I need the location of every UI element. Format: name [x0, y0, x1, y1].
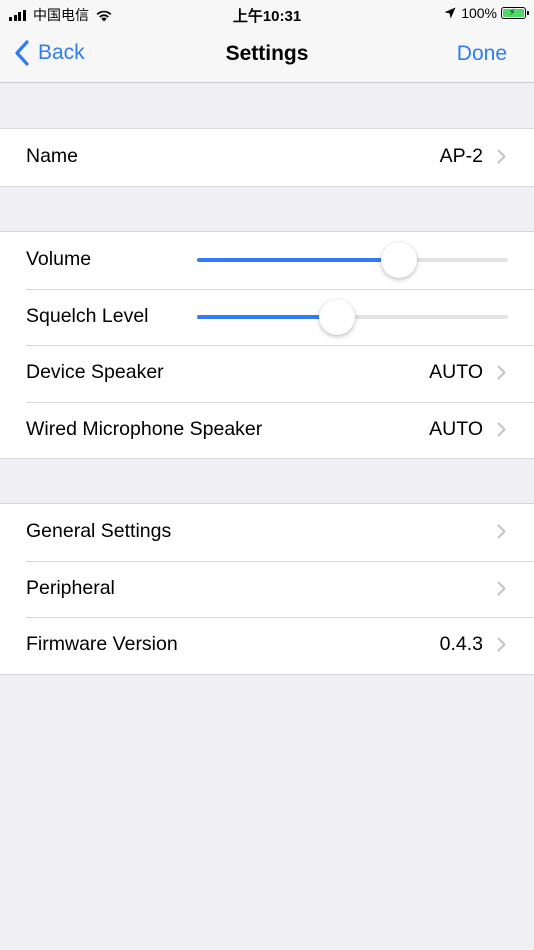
audio-group: Volume Squelch Level Device Speaker AUTO… [0, 231, 534, 459]
squelch-label: Squelch Level [26, 304, 149, 327]
squelch-row: Squelch Level [0, 288, 534, 346]
chevron-right-icon [497, 149, 506, 164]
chevron-right-icon [497, 365, 506, 380]
peripheral-row[interactable]: Peripheral [0, 560, 534, 618]
squelch-slider[interactable] [197, 298, 508, 335]
battery-percent: 100% [461, 5, 497, 21]
chevron-right-icon [497, 581, 506, 595]
general-settings-label: General Settings [26, 520, 172, 542]
peripheral-label: Peripheral [26, 576, 115, 599]
wired-mic-speaker-label: Wired Microphone Speaker [26, 417, 263, 440]
name-group: Name AP-2 [0, 128, 534, 187]
firmware-version-value: 0.4.3 [439, 633, 483, 655]
device-speaker-label: Device Speaker [26, 361, 164, 383]
volume-row: Volume [0, 232, 534, 289]
battery-charging-icon: ⚡ [501, 7, 529, 19]
name-label: Name [26, 145, 79, 167]
location-arrow-icon [444, 7, 456, 19]
volume-label: Volume [26, 248, 92, 270]
chevron-right-icon [497, 524, 506, 539]
squelch-slider-thumb[interactable] [318, 298, 355, 335]
name-value: AP-2 [439, 145, 483, 167]
volume-slider[interactable] [197, 242, 508, 278]
page-title: Settings [225, 42, 309, 65]
navigation-bar: Back Settings Done [0, 28, 534, 83]
more-settings-group: General Settings Peripheral Firmware Ver… [0, 503, 534, 675]
chevron-right-icon [497, 422, 506, 436]
device-speaker-value: AUTO [429, 361, 483, 383]
settings-screen: 中国电信 上午10:31 100% ⚡ Back Settings Done N… [0, 0, 534, 950]
wired-mic-speaker-row[interactable]: Wired Microphone Speaker AUTO [0, 401, 534, 459]
volume-slider-fill [197, 258, 400, 262]
done-button[interactable]: Done [457, 42, 507, 66]
squelch-slider-fill [197, 314, 337, 319]
name-row[interactable]: Name AP-2 [0, 129, 534, 186]
wired-mic-speaker-value: AUTO [429, 417, 483, 440]
firmware-version-row[interactable]: Firmware Version 0.4.3 [0, 617, 534, 674]
status-right: 100% ⚡ [444, 5, 529, 21]
general-settings-row[interactable]: General Settings [0, 504, 534, 561]
status-bar: 中国电信 上午10:31 100% ⚡ [0, 0, 534, 28]
chevron-right-icon [497, 637, 506, 652]
volume-slider-thumb[interactable] [381, 242, 418, 278]
firmware-version-label: Firmware Version [26, 633, 178, 655]
device-speaker-row[interactable]: Device Speaker AUTO [0, 345, 534, 402]
